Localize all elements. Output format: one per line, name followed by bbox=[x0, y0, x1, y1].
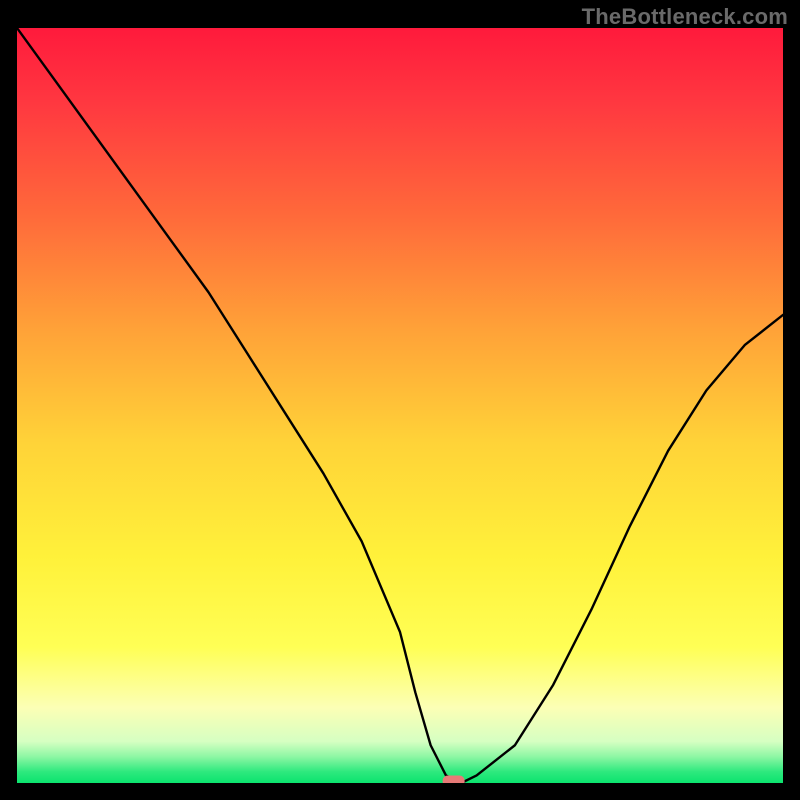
chart-svg bbox=[17, 28, 783, 783]
plot-area bbox=[17, 28, 783, 783]
chart-frame: TheBottleneck.com bbox=[0, 0, 800, 800]
gradient-rect bbox=[17, 28, 783, 783]
watermark-text: TheBottleneck.com bbox=[582, 4, 788, 30]
optimum-marker bbox=[443, 776, 465, 784]
